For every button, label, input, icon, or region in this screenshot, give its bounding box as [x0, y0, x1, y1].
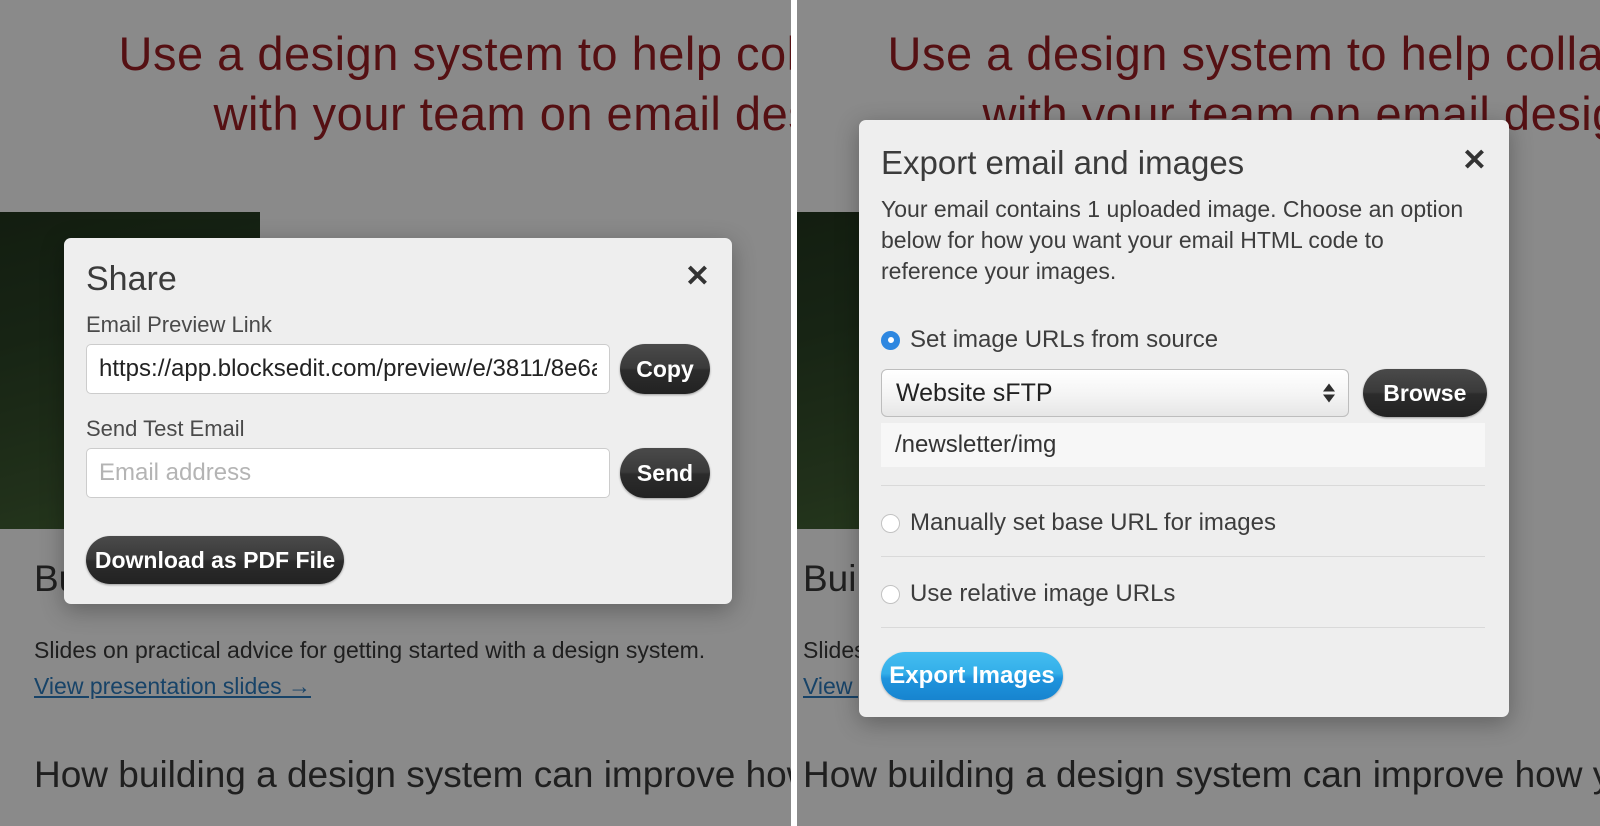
left-panel: Use a design system to help collaborate … — [0, 0, 791, 826]
browse-button[interactable]: Browse — [1362, 369, 1487, 417]
export-description: Your email contains 1 uploaded image. Ch… — [881, 196, 1464, 284]
share-modal-title: Share — [86, 260, 177, 298]
source-row: Website sFTP Browse — [881, 369, 1487, 417]
divider-2 — [881, 556, 1485, 557]
option-set-image-urls-from-source[interactable]: Set image URLs from source — [881, 325, 1487, 355]
export-modal-title: Export email and images — [881, 144, 1245, 181]
option-label: Manually set base URL for images — [910, 509, 1276, 536]
export-modal: Export email and images ✕ Your email con… — [859, 120, 1509, 717]
divider-1 — [881, 485, 1485, 486]
test-email-input[interactable] — [86, 448, 610, 498]
stepper-icon — [1322, 383, 1335, 403]
chevron-down-icon — [1322, 394, 1335, 403]
copy-button[interactable]: Copy — [620, 344, 710, 394]
divider-3 — [881, 627, 1485, 628]
radio-selected-icon[interactable] — [881, 330, 900, 350]
download-pdf-button[interactable]: Download as PDF File — [86, 536, 344, 584]
option-label: Use relative image URLs — [910, 580, 1176, 607]
export-images-button[interactable]: Export Images — [881, 652, 1063, 700]
share-modal: Share ✕ Email Preview Link Copy Send Tes… — [64, 238, 732, 604]
email-preview-link-input[interactable] — [86, 344, 610, 394]
image-source-select[interactable]: Website sFTP — [881, 369, 1349, 417]
close-icon[interactable]: ✕ — [1462, 146, 1487, 176]
screen-root: Use a design system to help collaborate … — [0, 0, 1600, 826]
right-panel: Use a design system to help collaborate … — [797, 0, 1600, 826]
image-source-select-value: Website sFTP — [896, 378, 1053, 407]
close-icon[interactable]: ✕ — [685, 262, 710, 292]
send-test-email-label: Send Test Email — [86, 416, 245, 441]
image-path-input[interactable]: /newsletter/img — [881, 423, 1485, 467]
image-path-value: /newsletter/img — [895, 431, 1057, 458]
chevron-up-icon — [1322, 383, 1335, 392]
option-label: Set image URLs from source — [910, 326, 1219, 353]
radio-unselected-icon[interactable] — [881, 584, 900, 604]
email-preview-link-label: Email Preview Link — [86, 312, 272, 337]
send-button[interactable]: Send — [620, 448, 710, 498]
option-manually-set-base-url[interactable]: Manually set base URL for images — [881, 508, 1487, 538]
radio-unselected-icon[interactable] — [881, 513, 900, 533]
option-use-relative-image-urls[interactable]: Use relative image URLs — [881, 579, 1487, 609]
